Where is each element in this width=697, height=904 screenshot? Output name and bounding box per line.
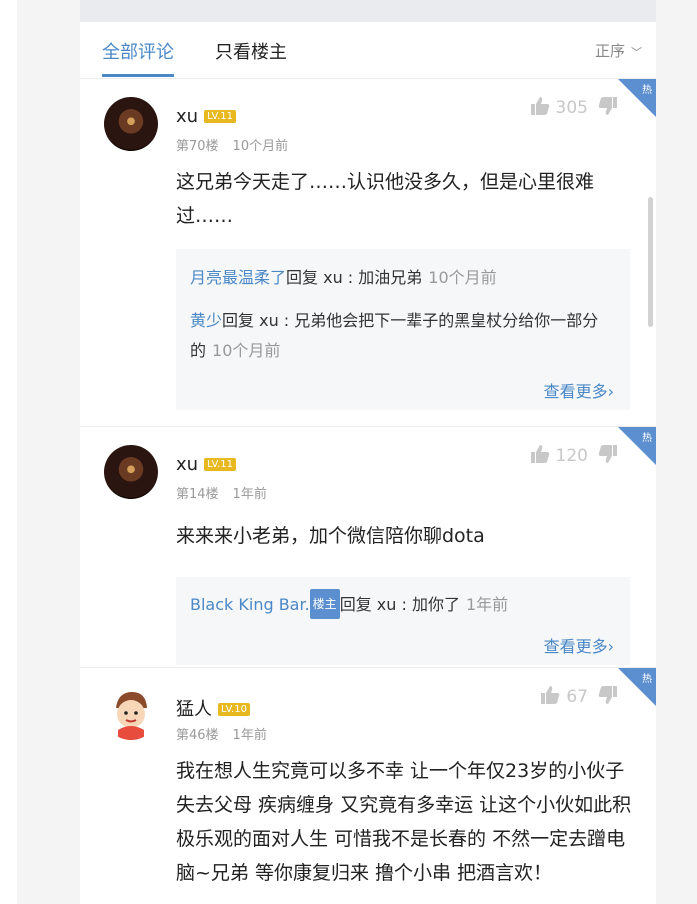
avatar[interactable] — [104, 445, 158, 499]
reply-time: 10个月前 — [428, 268, 497, 287]
scrollbar[interactable] — [648, 197, 653, 327]
hot-label: 热 — [642, 674, 652, 685]
username-text: xu — [176, 106, 199, 127]
reply-author[interactable]: Black King Bar. — [190, 595, 310, 614]
thumbs-up-icon[interactable] — [530, 444, 550, 464]
like-count: 120 — [555, 446, 588, 466]
left-gutter — [17, 0, 80, 904]
vote-controls: 120 — [530, 444, 618, 466]
reply-text: 回复 xu : 加油兄弟 — [286, 268, 423, 287]
reply-time: 1年前 — [465, 595, 509, 614]
view-more-link[interactable]: 查看更多› — [544, 378, 614, 402]
tab-all-comments[interactable]: 全部评论 — [102, 38, 174, 77]
comment-text: 我在想人生究竟可以多不幸 让一个年仅23岁的小伙子失去父母 疾病缠身 又究竟有多… — [176, 760, 632, 884]
comment-item: 热 xu LV.11 第70楼 10个月前 305 这兄弟今天走了……认识他没多久，… — [80, 79, 656, 427]
chevron-down-icon: ﹀ — [631, 46, 642, 59]
avatar[interactable] — [104, 686, 158, 740]
comment-time: 1年前 — [232, 728, 267, 743]
reply-item[interactable]: 黄少回复 xu : 兄弟他会把下一辈子的黑皇杖分给你一部分的 10个月前 — [190, 306, 610, 366]
view-more-label: 查看更多 — [543, 382, 608, 401]
comment-meta: 第70楼 10个月前 — [176, 135, 288, 154]
reply-box: Black King Bar. 楼主 回复 xu : 加你了 1年前 查看更多› — [176, 577, 630, 665]
top-separator — [80, 0, 656, 22]
username[interactable]: xu LV.11 — [176, 106, 236, 127]
comment-text: 这兄弟今天走了……认识他没多久，但是心里很难过…… — [176, 171, 595, 227]
thumbs-down-icon[interactable] — [598, 444, 618, 464]
reply-item[interactable]: 月亮最温柔了回复 xu : 加油兄弟 10个月前 — [190, 263, 610, 293]
like-count: 67 — [566, 687, 588, 707]
comment-time: 1年前 — [232, 487, 267, 502]
thumbs-up-icon[interactable] — [540, 685, 560, 705]
view-more-label: 查看更多 — [543, 637, 608, 656]
thumbs-down-icon[interactable] — [598, 96, 618, 116]
reply-item[interactable]: Black King Bar. 楼主 回复 xu : 加你了 1年前 — [190, 589, 610, 620]
username[interactable]: 猛人 LV.10 — [176, 695, 250, 721]
level-badge: LV.10 — [218, 703, 250, 716]
username-text: xu — [176, 454, 199, 475]
op-badge: 楼主 — [309, 589, 340, 619]
username[interactable]: xu LV.11 — [176, 454, 236, 475]
hot-label: 热 — [642, 85, 652, 96]
floor-number: 第70楼 — [176, 139, 219, 154]
tab-op-only[interactable]: 只看楼主 — [215, 38, 287, 64]
reply-author[interactable]: 月亮最温柔了 — [190, 268, 286, 287]
sort-label: 正序 — [594, 42, 625, 60]
like-count: 305 — [555, 98, 588, 118]
reply-box: 月亮最温柔了回复 xu : 加油兄弟 10个月前 黄少回复 xu : 兄弟他会把下… — [176, 249, 630, 410]
level-badge: LV.11 — [204, 458, 236, 471]
sort-dropdown[interactable]: 正序 ﹀ — [595, 40, 642, 61]
comment-tabs: 全部评论 只看楼主 正序 ﹀ — [80, 22, 656, 79]
floor-number: 第46楼 — [176, 728, 219, 743]
comment-time: 10个月前 — [232, 139, 289, 154]
thumbs-up-icon[interactable] — [530, 96, 550, 116]
comment-meta: 第14楼 1年前 — [176, 483, 267, 502]
comment-item: 热 猛人 LV.10 第46楼 1年前 67 我在想人生究竟可以多不幸 让一个年仅2… — [80, 668, 656, 904]
view-more-link[interactable]: 查看更多› — [544, 633, 614, 657]
floor-number: 第14楼 — [176, 487, 219, 502]
window-left-edge — [0, 0, 18, 904]
reply-time: 10个月前 — [212, 341, 281, 360]
level-badge: LV.11 — [204, 110, 236, 123]
comment-item: 热 xu LV.11 第14楼 1年前 120 来来来小老弟，加个微信陪你聊dota… — [80, 427, 656, 668]
comment-panel: 全部评论 只看楼主 正序 ﹀ 热 xu LV.11 第70楼 10个月前 305 这兄… — [80, 22, 656, 904]
hot-label: 热 — [642, 433, 652, 444]
username-text: 猛人 — [176, 699, 212, 720]
thumbs-down-icon[interactable] — [598, 685, 618, 705]
reply-text: 回复 xu : 加你了 — [339, 595, 460, 614]
avatar[interactable] — [104, 97, 158, 151]
vote-controls: 67 — [540, 685, 618, 707]
right-gutter — [656, 0, 697, 904]
comment-meta: 第46楼 1年前 — [176, 724, 267, 743]
cartoon-avatar-icon — [116, 692, 147, 740]
reply-author[interactable]: 黄少 — [190, 311, 222, 330]
comment-text: 来来来小老弟，加个微信陪你聊dota — [176, 525, 485, 547]
vote-controls: 305 — [530, 96, 618, 118]
